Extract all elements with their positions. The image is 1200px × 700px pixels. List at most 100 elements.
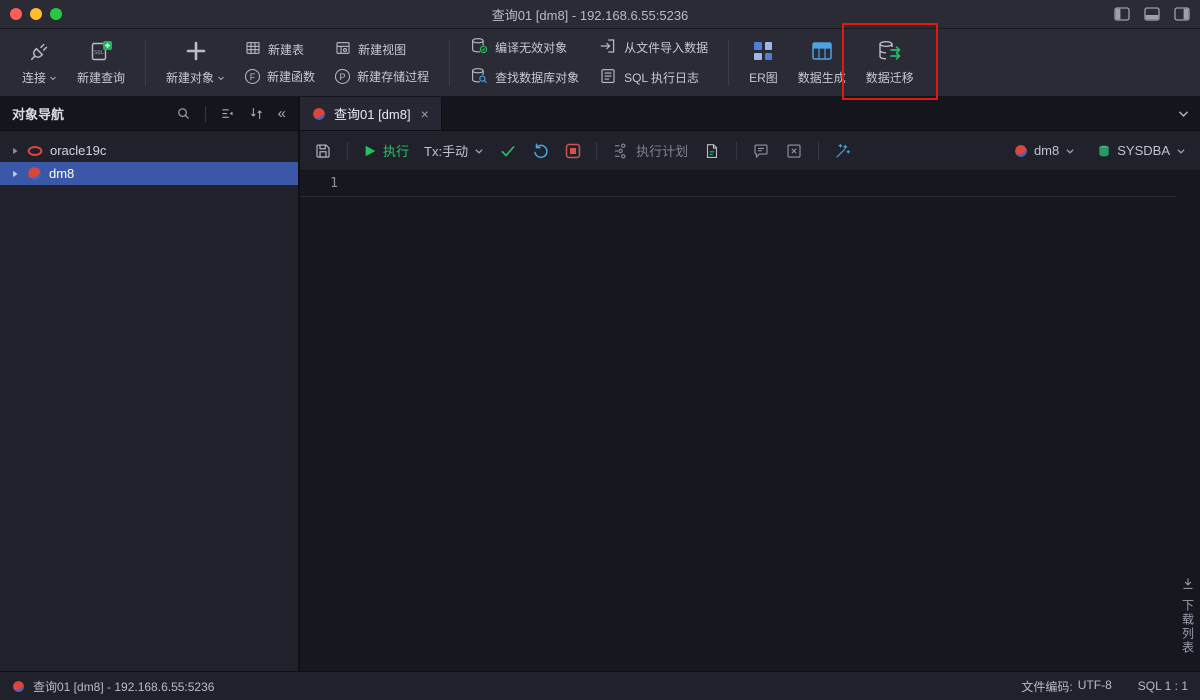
tx-mode-dropdown[interactable]: Tx:手动 — [424, 141, 484, 160]
new-function-icon: F — [245, 69, 260, 84]
comment-icon[interactable] — [752, 142, 770, 160]
data-migration-button[interactable]: 数据迁移 — [856, 35, 924, 90]
sidebar-header-divider — [205, 106, 206, 122]
panel-bottom-icon[interactable] — [1144, 7, 1160, 21]
run-icon — [363, 144, 377, 158]
new-object-label: 新建对象 — [166, 69, 214, 86]
import-from-file-button[interactable]: 从文件导入数据 — [599, 37, 708, 58]
stop-icon[interactable] — [565, 143, 581, 159]
download-list-button[interactable]: 下载列表 — [1180, 599, 1197, 655]
new-view-label: 新建视图 — [358, 41, 406, 58]
editor-toolbar-divider — [347, 142, 348, 160]
new-object-shortcuts-col1: 新建表 F 新建函数 — [235, 40, 325, 85]
toolbar-divider — [145, 40, 146, 86]
data-migration-icon — [877, 39, 903, 63]
cursor-position[interactable]: SQL 1 : 1 — [1138, 679, 1188, 693]
format-sql-icon[interactable] — [703, 142, 721, 160]
toolbar-divider — [449, 40, 450, 86]
object-navigator-sidebar: 对象导航 « oracle19c — [0, 97, 300, 671]
new-object-button[interactable]: 新建对象 — [156, 35, 235, 90]
schema-icon — [1097, 144, 1111, 158]
import-from-file-label: 从文件导入数据 — [624, 39, 708, 56]
close-window-button[interactable] — [10, 8, 22, 20]
title-bar: 查询01 [dm8] - 192.168.6.55:5236 — [0, 0, 1200, 29]
data-generation-button[interactable]: 数据生成 — [788, 35, 856, 90]
minimize-window-button[interactable] — [30, 8, 42, 20]
find-db-object-button[interactable]: 查找数据库对象 — [470, 67, 579, 88]
file-encoding[interactable]: 文件编码: UTF-8 — [1021, 678, 1111, 695]
connect-button[interactable]: 连接 — [12, 35, 67, 90]
download-icon[interactable] — [1181, 577, 1195, 591]
tab-query01[interactable]: 查询01 [dm8] × — [300, 97, 442, 130]
editor-current-line[interactable]: 1 — [300, 171, 1176, 197]
data-generation-icon — [810, 39, 834, 63]
run-label: 执行 — [383, 141, 409, 160]
compile-invalid-button[interactable]: 编译无效对象 — [470, 37, 579, 58]
compile-invalid-label: 编译无效对象 — [495, 39, 567, 56]
tx-mode-label: Tx:手动 — [424, 141, 468, 160]
editor-toolbar-divider — [736, 142, 737, 160]
file-encoding-label: 文件编码: — [1021, 678, 1072, 695]
beautify-sql-icon[interactable] — [834, 142, 852, 160]
uncomment-icon[interactable] — [785, 142, 803, 160]
run-button[interactable]: 执行 — [363, 141, 409, 160]
chevron-down-icon — [217, 74, 225, 82]
find-db-object-icon — [470, 67, 488, 88]
new-object-shortcuts-col2: 新建视图 P 新建存储过程 — [325, 40, 439, 85]
dm8-db-icon — [27, 166, 42, 181]
search-icon[interactable] — [176, 106, 191, 121]
editor-toolbar: 执行 Tx:手动 — [300, 131, 1200, 171]
sql-editor[interactable]: 1 — [300, 171, 1176, 671]
traffic-lights — [10, 8, 100, 20]
status-bar: 查询01 [dm8] - 192.168.6.55:5236 文件编码: UTF… — [0, 671, 1200, 700]
new-table-button[interactable]: 新建表 — [245, 40, 315, 59]
zoom-window-button[interactable] — [50, 8, 62, 20]
collapse-sidebar-icon[interactable]: « — [278, 106, 286, 121]
exec-plan-label: 执行计划 — [636, 141, 688, 160]
er-diagram-label: ER图 — [749, 69, 778, 86]
new-procedure-button[interactable]: P 新建存储过程 — [335, 68, 429, 85]
exec-plan-icon — [612, 142, 630, 160]
status-connection-text: 查询01 [dm8] - 192.168.6.55:5236 — [33, 678, 214, 695]
new-procedure-icon: P — [335, 69, 350, 84]
schema-selector[interactable]: SYSDBA — [1097, 143, 1186, 158]
new-table-label: 新建表 — [268, 41, 304, 58]
commit-icon[interactable] — [499, 142, 517, 160]
chevron-down-icon — [474, 146, 484, 156]
tab-list-chevron-icon[interactable] — [1177, 107, 1190, 120]
tree-item-label: oracle19c — [50, 143, 106, 158]
new-object-icon — [184, 39, 208, 63]
panel-left-icon[interactable] — [1114, 7, 1130, 21]
exec-plan-button[interactable]: 执行计划 — [612, 141, 688, 160]
sidebar-header: 对象导航 « — [0, 97, 298, 131]
new-view-button[interactable]: 新建视图 — [335, 40, 429, 59]
editor-area: 1 下载列表 — [300, 171, 1200, 671]
line-number: 1 — [300, 176, 352, 191]
toolbar-divider — [728, 40, 729, 86]
tab-bar-spacer — [442, 97, 1177, 130]
svg-text:SQL: SQL — [94, 50, 105, 56]
sql-log-button[interactable]: SQL 执行日志 — [599, 67, 708, 88]
database-selector[interactable]: dm8 — [1014, 143, 1075, 158]
rollback-icon[interactable] — [532, 142, 550, 160]
compile-invalid-icon — [470, 37, 488, 58]
window-body: 对象导航 « oracle19c — [0, 97, 1200, 671]
status-bar-right: 文件编码: UTF-8 SQL 1 : 1 — [1021, 678, 1188, 695]
locate-object-icon[interactable] — [220, 106, 235, 121]
tab-close-icon[interactable]: × — [421, 106, 429, 122]
save-icon[interactable] — [314, 142, 332, 160]
expand-collapse-all-icon[interactable] — [249, 106, 264, 121]
new-query-button[interactable]: SQL 新建查询 — [67, 35, 135, 90]
tree-item-oracle19c[interactable]: oracle19c — [0, 139, 298, 162]
new-function-button[interactable]: F 新建函数 — [245, 68, 315, 85]
er-diagram-button[interactable]: ER图 — [739, 35, 788, 90]
tree-item-dm8[interactable]: dm8 — [0, 162, 298, 185]
main-toolbar: 连接 SQL 新建查询 新建对象 — [0, 29, 1200, 97]
oracle-db-icon — [27, 145, 43, 157]
tree-expand-icon[interactable] — [10, 169, 20, 179]
panel-right-icon[interactable] — [1174, 7, 1190, 21]
tree-expand-icon[interactable] — [10, 146, 20, 156]
dm8-db-icon — [1014, 144, 1028, 158]
connection-tree: oracle19c dm8 — [0, 131, 298, 185]
file-encoding-value: UTF-8 — [1078, 678, 1112, 695]
